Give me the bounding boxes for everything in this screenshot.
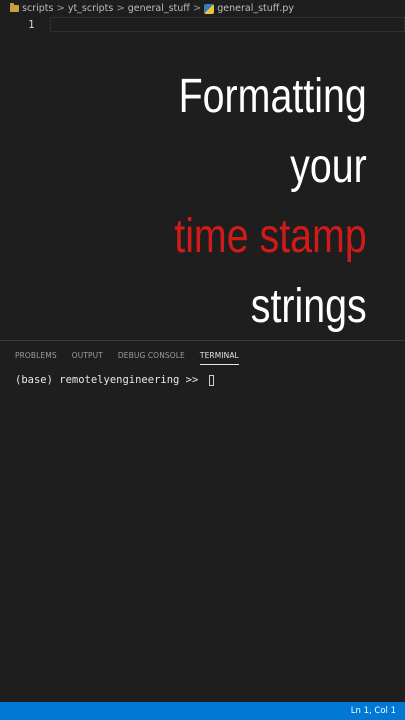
panel-divider <box>0 340 405 341</box>
overlay-line-strings: strings <box>251 280 367 333</box>
chevron-right-icon: > <box>192 3 202 14</box>
breadcrumb-item-file[interactable]: general_stuff.py <box>204 3 294 14</box>
breadcrumb-item-yt-scripts[interactable]: yt_scripts <box>68 3 114 14</box>
breadcrumb-label: general_stuff.py <box>217 3 295 14</box>
breadcrumb-label: yt_scripts <box>67 3 114 14</box>
breadcrumb-item-scripts[interactable]: scripts <box>10 3 53 14</box>
terminal-line[interactable]: (base) remotelyengineering >> <box>15 374 214 386</box>
tab-output[interactable]: OUTPUT <box>72 351 103 365</box>
tab-problems[interactable]: PROBLEMS <box>15 351 57 365</box>
cursor-position[interactable]: Ln 1, Col 1 <box>351 706 396 716</box>
breadcrumb-item-general-stuff[interactable]: general_stuff <box>128 3 190 14</box>
line-number: 1 <box>28 18 35 31</box>
current-line-highlight <box>50 17 405 32</box>
status-bar: Ln 1, Col 1 <box>0 702 405 720</box>
python-file-icon <box>204 3 215 14</box>
overlay-line-formatting: Formatting <box>178 70 367 123</box>
terminal-cursor <box>208 374 214 386</box>
panel-tabs: PROBLEMS OUTPUT DEBUG CONSOLE TERMINAL <box>15 351 254 365</box>
chevron-right-icon: > <box>56 3 65 14</box>
title-overlay: Formatting your time stamp strings <box>175 62 367 342</box>
breadcrumb-label: scripts <box>22 3 54 14</box>
terminal-prompt: (base) remotelyengineering >> <box>15 374 205 386</box>
overlay-line-time-stamp: time stamp <box>174 210 367 263</box>
overlay-line-your: your <box>290 140 367 193</box>
folder-icon <box>10 3 19 12</box>
breadcrumb-label: general_stuff <box>127 3 190 14</box>
breadcrumb: scripts > yt_scripts > general_stuff > g… <box>0 0 405 17</box>
tab-debug-console[interactable]: DEBUG CONSOLE <box>118 351 185 365</box>
tab-terminal[interactable]: TERMINAL <box>199 351 239 365</box>
chevron-right-icon: > <box>116 3 125 14</box>
editor-line[interactable]: 1 <box>0 17 405 33</box>
